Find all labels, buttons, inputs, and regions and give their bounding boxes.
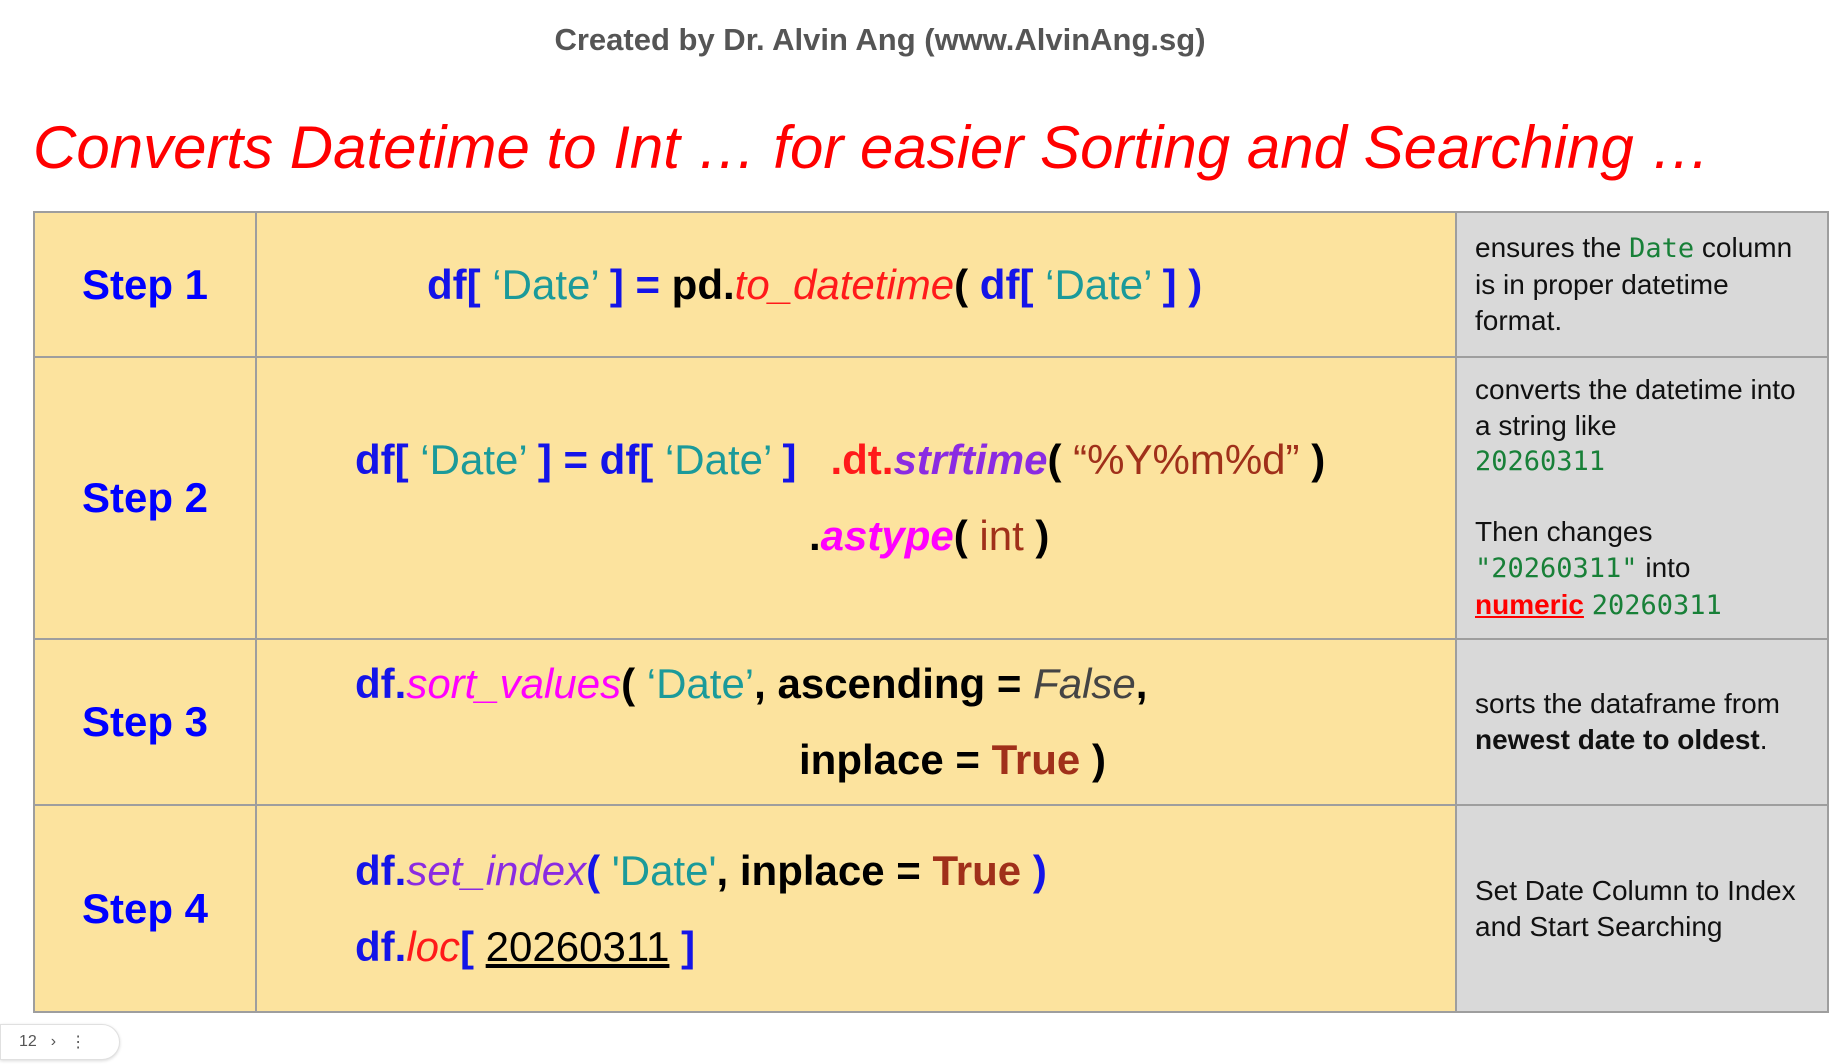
step-label: Step 1 xyxy=(33,211,257,358)
code-line: df.loc[ 20260311 ] xyxy=(355,923,1553,971)
code-cell: df.sort_values( ‘Date’, ascending = Fals… xyxy=(255,638,1457,806)
code-token: , xyxy=(1135,660,1148,707)
step-label: Step 3 xyxy=(33,638,257,806)
code-token: ) xyxy=(1080,736,1106,783)
table-row: Step 4 df.set_index( 'Date', inplace = T… xyxy=(33,804,1829,1013)
code-token: astype xyxy=(820,512,954,559)
code-token: df[ xyxy=(979,260,1034,308)
code-token: ‘Date’ xyxy=(646,660,755,707)
code-token: ( xyxy=(586,846,612,894)
code-line: df[ ‘Date’ ] = pd.to_datetime( df[ ‘Date… xyxy=(427,261,1625,309)
code-token: ] = df[ xyxy=(537,436,654,483)
code-token: ‘Date’ xyxy=(480,260,610,308)
code-token: strftime xyxy=(893,436,1048,483)
code-token: .dt. xyxy=(830,436,894,483)
code-token: sort_values xyxy=(406,660,622,707)
code-token: [ xyxy=(460,922,486,970)
code-line: df.set_index( 'Date', inplace = True ) xyxy=(355,847,1553,895)
code-token: ] = xyxy=(609,260,672,308)
code-token: , ascending = xyxy=(754,660,1034,707)
code-line: inplace = True ) xyxy=(799,736,1847,784)
code-token: ) xyxy=(1023,512,1050,559)
code-token: ] xyxy=(669,922,696,970)
code-token: set_index xyxy=(406,846,587,894)
code-token: ) xyxy=(1299,436,1326,483)
code-token: , inplace = xyxy=(716,846,933,894)
numeric-link[interactable]: numeric xyxy=(1475,589,1584,620)
code-token: True xyxy=(991,736,1081,783)
code-token: df. xyxy=(355,846,407,894)
inline-code: Date xyxy=(1629,233,1695,264)
code-token: ( xyxy=(953,512,980,559)
code-token: “%Y%m%d” xyxy=(1073,436,1300,483)
inline-code: 20260311 xyxy=(1591,590,1722,621)
code-token: True xyxy=(932,846,1022,894)
more-vert-icon[interactable]: ⋮ xyxy=(70,1032,86,1052)
step-label: Step 4 xyxy=(33,804,257,1013)
code-line: df.sort_values( ‘Date’, ascending = Fals… xyxy=(355,660,1553,708)
slide-number-badge[interactable]: 12 › ⋮ xyxy=(0,1024,120,1060)
credit-line: Created by Dr. Alvin Ang (www.AlvinAng.s… xyxy=(554,22,1206,57)
description-cell: converts the datetime into a string like… xyxy=(1455,356,1829,640)
steps-table: Step 1 df[ ‘Date’ ] = pd.to_datetime( df… xyxy=(33,211,1829,1013)
code-token: df. xyxy=(355,922,407,970)
code-line: .astype( int ) xyxy=(809,512,1847,560)
code-token: 20260311 xyxy=(485,922,670,970)
code-token: ] ) xyxy=(1162,260,1203,308)
code-cell: df[ ‘Date’ ] = pd.to_datetime( df[ ‘Date… xyxy=(255,211,1457,358)
code-token: df. xyxy=(355,660,407,707)
code-token: ] xyxy=(782,436,797,483)
slide-title: Converts Datetime to Int … for easier So… xyxy=(33,114,1711,181)
description-text: converts the datetime into a string like xyxy=(1475,374,1796,441)
code-token: to_datetime xyxy=(734,260,955,308)
code-token: 'Date' xyxy=(611,846,717,894)
code-line: df[ ‘Date’ ] = df[ ‘Date’ ] .dt.strftime(… xyxy=(355,436,1553,484)
table-row: Step 2 df[ ‘Date’ ] = df[ ‘Date’ ] .dt.st… xyxy=(33,356,1829,640)
code-token: ‘Date’ xyxy=(1033,260,1163,308)
code-token: inplace = xyxy=(799,736,992,783)
code-token: ‘Date’ xyxy=(408,436,538,483)
code-token: ( xyxy=(1047,436,1074,483)
slide-number: 12 xyxy=(19,1033,37,1050)
code-token: ‘Date’ xyxy=(653,436,783,483)
code-token: ( xyxy=(954,260,980,308)
code-token: False xyxy=(1033,660,1136,707)
code-token: df[ xyxy=(427,260,481,308)
code-token: df[ xyxy=(355,436,409,483)
code-token: pd. xyxy=(671,260,735,308)
code-token: loc xyxy=(406,922,461,970)
code-token: ) xyxy=(1021,846,1047,894)
table-row: Step 3 df.sort_values( ‘Date’, ascending… xyxy=(33,638,1829,806)
table-row: Step 1 df[ ‘Date’ ] = pd.to_datetime( df… xyxy=(33,211,1829,358)
description-text: ensures the xyxy=(1475,232,1630,263)
code-token: . xyxy=(809,512,821,559)
code-cell: df[ ‘Date’ ] = df[ ‘Date’ ] .dt.strftime(… xyxy=(255,356,1457,640)
code-cell: df.set_index( 'Date', inplace = True ) d… xyxy=(255,804,1457,1013)
description-cell: Set Date Column to Index and Start Searc… xyxy=(1455,804,1829,1013)
code-token: ( xyxy=(621,660,647,707)
code-token: int xyxy=(979,512,1024,559)
chevron-right-icon[interactable]: › xyxy=(51,1033,56,1051)
step-label: Step 2 xyxy=(33,356,257,640)
